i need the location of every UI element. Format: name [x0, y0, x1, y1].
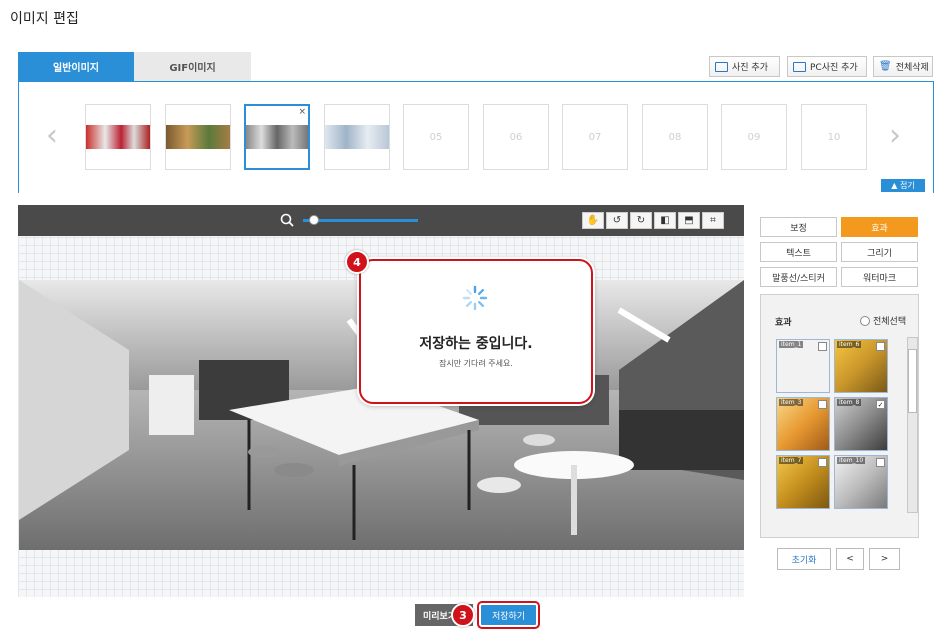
- effects-title: 효과: [775, 318, 792, 328]
- reset-button[interactable]: 초기화: [777, 548, 831, 570]
- crop-icon[interactable]: ⌗: [702, 212, 724, 229]
- thumbnail-image: [86, 125, 150, 149]
- thumbnail-03[interactable]: ×: [244, 104, 310, 170]
- thumbnail-07[interactable]: 07: [562, 104, 628, 170]
- add-photo-label: 사진 추가: [732, 63, 768, 73]
- loading-spinner-icon: [462, 285, 488, 311]
- close-icon[interactable]: ×: [298, 107, 306, 117]
- thumbnail-06[interactable]: 06: [483, 104, 549, 170]
- checkbox-icon[interactable]: [818, 458, 827, 467]
- effect-label: item_6: [837, 341, 862, 348]
- tab-normal-image[interactable]: 일반이미지: [18, 52, 134, 81]
- thumbnail-10[interactable]: 10: [801, 104, 867, 170]
- page-title: 이미지 편집: [10, 11, 79, 27]
- thumbnail-image: [166, 125, 230, 149]
- saving-dialog: [359, 259, 593, 404]
- effect-item[interactable]: item_7: [776, 455, 830, 509]
- thumbnail-01[interactable]: [85, 104, 151, 170]
- checkbox-icon[interactable]: ✓: [876, 400, 885, 409]
- thumbnail-08[interactable]: 08: [642, 104, 708, 170]
- prev-page-button[interactable]: <: [836, 548, 864, 570]
- effect-label: item_8: [837, 399, 862, 406]
- effect-item[interactable]: item_3: [776, 397, 830, 451]
- next-page-button[interactable]: >: [869, 548, 900, 570]
- rotate-left-icon[interactable]: ↺: [606, 212, 628, 229]
- flip-vertical-icon[interactable]: ⬒: [678, 212, 700, 229]
- fold-button[interactable]: ▲ 접기: [881, 179, 925, 192]
- thumbnail-05[interactable]: 05: [403, 104, 469, 170]
- tab-draw[interactable]: 그리기: [841, 242, 918, 262]
- select-all-label: 전체선택: [873, 317, 907, 327]
- thumbnail-09[interactable]: 09: [721, 104, 787, 170]
- zoom-slider-handle[interactable]: [309, 215, 319, 225]
- trash-icon: 🗑: [879, 61, 892, 72]
- add-pc-photo-button[interactable]: PC사진 추가: [787, 56, 867, 77]
- tab-gif-image[interactable]: GIF이미지: [134, 52, 251, 81]
- checkbox-icon[interactable]: [818, 400, 827, 409]
- select-all-radio[interactable]: 전체선택: [860, 314, 906, 327]
- checkbox-icon[interactable]: [876, 458, 885, 467]
- zoom-icon: [280, 213, 294, 227]
- delete-all-button[interactable]: 🗑 전체삭제: [873, 56, 933, 77]
- effect-label: item_10: [837, 457, 866, 464]
- tab-bubble-sticker[interactable]: 말풍선/스티커: [760, 267, 837, 287]
- checkbox-icon[interactable]: [876, 342, 885, 351]
- photo-icon: [715, 61, 728, 72]
- saving-title: 저장하는 중입니다.: [419, 336, 533, 352]
- thumbnail-04[interactable]: [324, 104, 390, 170]
- flip-horizontal-icon[interactable]: ◧: [654, 212, 676, 229]
- effect-label: item_3: [779, 399, 804, 406]
- scrollbar-thumb[interactable]: [908, 349, 917, 413]
- thumbnail-image: [246, 125, 308, 149]
- zoom-slider-track[interactable]: [303, 219, 418, 222]
- effect-item[interactable]: item_6: [834, 339, 888, 393]
- thumbnail-image: [325, 125, 389, 149]
- step-badge-4: 4: [345, 250, 369, 274]
- effect-label: item_7: [779, 457, 804, 464]
- effect-item[interactable]: item_8 ✓: [834, 397, 888, 451]
- tab-text[interactable]: 텍스트: [760, 242, 837, 262]
- tab-effect[interactable]: 효과: [841, 217, 918, 237]
- checkbox-icon[interactable]: [818, 342, 827, 351]
- delete-all-label: 전체삭제: [895, 63, 929, 73]
- hand-tool-icon[interactable]: ✋: [582, 212, 604, 229]
- saving-subtitle: 잠시만 기다려 주세요.: [439, 359, 513, 368]
- monitor-icon: [793, 61, 806, 72]
- effect-item[interactable]: item_1: [776, 339, 830, 393]
- effect-label: item_1: [779, 341, 804, 348]
- radio-icon: [860, 315, 870, 326]
- effect-item[interactable]: item_10: [834, 455, 888, 509]
- add-photo-button[interactable]: 사진 추가: [709, 56, 780, 77]
- save-button[interactable]: 저장하기: [479, 603, 538, 627]
- tab-adjust[interactable]: 보정: [760, 217, 837, 237]
- thumbnail-02[interactable]: [165, 104, 231, 170]
- add-pc-photo-label: PC사진 추가: [810, 63, 858, 73]
- step-badge-3: 3: [451, 603, 475, 627]
- prev-thumbs-arrow-icon[interactable]: ‹: [46, 118, 58, 153]
- thumbnail-strip: [18, 81, 934, 193]
- next-thumbs-arrow-icon[interactable]: ›: [889, 118, 901, 153]
- tab-watermark[interactable]: 워터마크: [841, 267, 918, 287]
- rotate-right-icon[interactable]: ↻: [630, 212, 652, 229]
